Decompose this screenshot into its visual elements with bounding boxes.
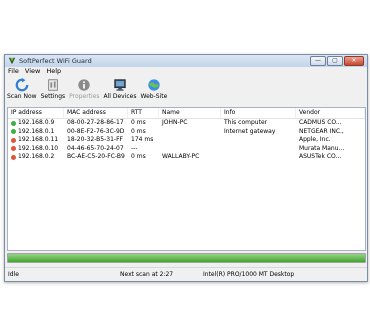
app-window: SoftPerfect WiFi Guard — ▢ ✕ File View H… bbox=[4, 54, 368, 282]
status-dot-icon bbox=[11, 146, 16, 152]
cell-rtt: --- bbox=[131, 144, 138, 152]
column-vendor[interactable]: Vendor bbox=[296, 108, 365, 118]
status-next-scan: Next scan at 2:27 bbox=[120, 271, 174, 278]
cell-ip-address: 192.168.0.10 bbox=[8, 145, 64, 154]
cell-vendor: NETGEAR INC., bbox=[299, 127, 344, 135]
cell-name: JOHN-PC bbox=[162, 119, 188, 126]
ip-text: 192.168.0.9 bbox=[18, 119, 55, 126]
cell-name: WALLABY-PC bbox=[162, 153, 200, 160]
ip-text: 192.168.0.11 bbox=[18, 136, 59, 143]
column-mac-address[interactable]: MAC address bbox=[64, 108, 128, 118]
close-button[interactable]: ✕ bbox=[344, 56, 364, 66]
status-state: Idle bbox=[8, 271, 19, 278]
cell-mac: BC-AE-C5-20-FC-B9 bbox=[67, 153, 125, 160]
cell-name bbox=[159, 136, 221, 145]
menu-help[interactable]: Help bbox=[43, 67, 64, 76]
globe-icon bbox=[148, 79, 160, 91]
cell-rtt: 0 ms bbox=[131, 153, 146, 160]
cell-ip-address: 192.168.0.9 bbox=[8, 119, 64, 128]
cell-name bbox=[159, 145, 221, 154]
ip-text: 192.168.0.2 bbox=[18, 153, 55, 160]
column-ip-address[interactable]: IP address bbox=[8, 108, 64, 118]
table-body: 192.168.0.9 08-00-27-28-86-17 0 ms JOHN-PC T… bbox=[8, 119, 365, 162]
cell-mac: 04-46-65-70-24-07 bbox=[67, 144, 124, 152]
web-site-button[interactable]: Web-Site bbox=[139, 77, 170, 105]
app-logo-icon bbox=[8, 57, 16, 65]
cell-ip-address: 192.168.0.2 bbox=[8, 153, 64, 162]
cell-vendor: CADMUS CO... bbox=[299, 119, 342, 126]
scan-now-label: Scan Now bbox=[7, 93, 37, 100]
device-table[interactable]: IP address MAC address RTT Name Info Ven… bbox=[7, 107, 366, 251]
cell-info: Internet gateway bbox=[224, 127, 276, 135]
settings-label: Settings bbox=[40, 93, 66, 100]
cell-rtt: 174 ms bbox=[131, 136, 154, 143]
status-dot-icon bbox=[11, 154, 16, 160]
menu-view[interactable]: View bbox=[22, 67, 43, 76]
menu-bar: File View Help bbox=[5, 67, 367, 76]
cell-vendor: ASUSTek CO... bbox=[299, 153, 342, 160]
ip-text: 192.168.0.10 bbox=[18, 144, 59, 152]
properties-label: Properties bbox=[69, 93, 100, 100]
toolbar: Scan Now Settings Properties All Devices… bbox=[5, 77, 367, 105]
cell-vendor: Apple, Inc. bbox=[299, 136, 331, 143]
web-site-label: Web-Site bbox=[140, 93, 168, 100]
title-bar[interactable]: SoftPerfect WiFi Guard — ▢ ✕ bbox=[5, 55, 367, 67]
cell-ip-address: 192.168.0.1 bbox=[8, 128, 64, 137]
scan-progress-bar bbox=[7, 253, 366, 263]
table-row[interactable]: 192.168.0.1 00-8E-F2-76-3C-9D 0 ms Internet… bbox=[8, 128, 365, 137]
table-row[interactable]: 192.168.0.2 BC-AE-C5-20-FC-B9 0 ms WALLABY-… bbox=[8, 153, 365, 162]
cell-info bbox=[221, 153, 296, 162]
all-devices-button[interactable]: All Devices bbox=[102, 77, 139, 105]
status-dot-icon bbox=[11, 120, 16, 126]
settings-icon bbox=[48, 79, 58, 91]
cell-info bbox=[221, 136, 296, 145]
menu-file[interactable]: File bbox=[5, 67, 22, 76]
column-name[interactable]: Name bbox=[159, 108, 221, 118]
refresh-icon bbox=[15, 78, 29, 92]
table-header: IP address MAC address RTT Name Info Ven… bbox=[8, 108, 365, 119]
cell-ip-address: 192.168.0.11 bbox=[8, 136, 64, 145]
properties-button[interactable]: Properties bbox=[67, 77, 101, 105]
column-rtt[interactable]: RTT bbox=[128, 108, 159, 118]
table-row[interactable]: 192.168.0.10 04-46-65-70-24-07 --- Murata M… bbox=[8, 145, 365, 154]
status-adapter: Intel(R) PRO/1000 MT Desktop bbox=[203, 271, 295, 278]
status-bar: Idle Next scan at 2:27 Intel(R) PRO/1000… bbox=[5, 267, 367, 281]
table-row[interactable]: 192.168.0.9 08-00-27-28-86-17 0 ms JOHN-PC T… bbox=[8, 119, 365, 128]
scan-progress-fill bbox=[8, 254, 365, 262]
devices-icon bbox=[114, 79, 126, 91]
cell-info bbox=[221, 145, 296, 154]
cell-mac: 08-00-27-28-86-17 bbox=[67, 119, 124, 126]
maximize-button[interactable]: ▢ bbox=[327, 56, 343, 66]
all-devices-label: All Devices bbox=[103, 93, 137, 100]
cell-rtt: 0 ms bbox=[131, 119, 146, 126]
cell-name bbox=[159, 128, 221, 137]
column-info[interactable]: Info bbox=[221, 108, 296, 118]
cell-mac: 18-20-32-B5-31-FF bbox=[67, 136, 123, 143]
settings-button[interactable]: Settings bbox=[39, 77, 68, 105]
status-dot-icon bbox=[11, 129, 16, 135]
info-icon bbox=[78, 79, 91, 91]
minimize-button[interactable]: — bbox=[310, 56, 326, 66]
scan-now-button[interactable]: Scan Now bbox=[5, 77, 39, 105]
status-dot-icon bbox=[11, 137, 16, 143]
ip-text: 192.168.0.1 bbox=[18, 127, 55, 135]
table-row[interactable]: 192.168.0.11 18-20-32-B5-31-FF 174 ms Apple… bbox=[8, 136, 365, 145]
window-title: SoftPerfect WiFi Guard bbox=[19, 57, 92, 65]
cell-vendor: Murata Manu... bbox=[299, 144, 345, 152]
cell-mac: 00-8E-F2-76-3C-9D bbox=[67, 127, 125, 135]
cell-rtt: 0 ms bbox=[131, 127, 146, 135]
cell-info: This computer bbox=[224, 119, 268, 126]
